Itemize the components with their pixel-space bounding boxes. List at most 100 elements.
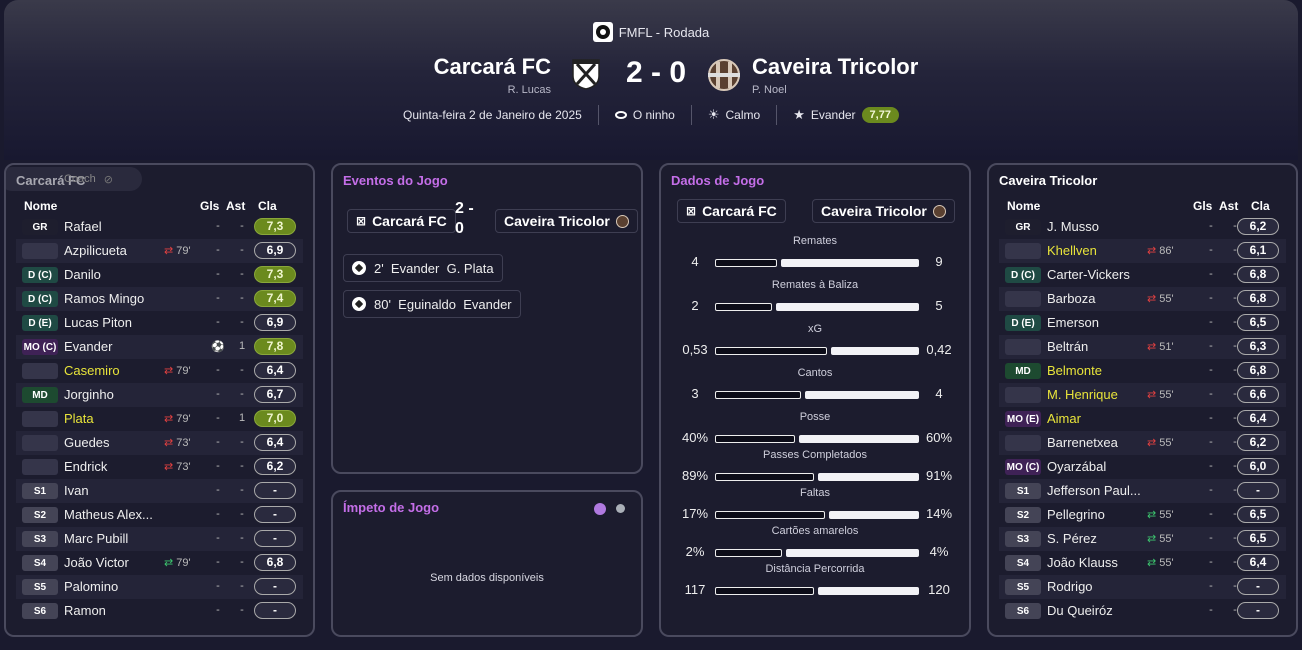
player-name[interactable]: Lucas Piton (64, 315, 132, 330)
player-name[interactable]: Belmonte (1047, 363, 1102, 378)
player-row[interactable]: S3 S. Pérez ⇄ 55' - -6,5 (999, 527, 1286, 551)
events-away-team[interactable]: Caveira Tricolor (495, 209, 638, 233)
player-row[interactable]: D (E) Lucas Piton - -6,9 (16, 311, 303, 335)
player-row[interactable]: D (C) Danilo - -7,3 (16, 263, 303, 287)
stats-home-team-name: Carcará FC (702, 203, 777, 219)
stat-home-bar (715, 435, 795, 443)
player-row[interactable]: MO (E) Aimar - -6,4 (999, 407, 1286, 431)
player-row[interactable]: Khellven ⇄ 86' - -6,1 (999, 239, 1286, 263)
player-name[interactable]: Aimar (1047, 411, 1081, 426)
event-item-1[interactable]: 2' Evander G. Plata (343, 254, 503, 282)
player-name[interactable]: Danilo (64, 267, 101, 282)
player-name[interactable]: Beltrán (1047, 339, 1088, 354)
player-name[interactable]: Ramon (64, 603, 106, 618)
player-row[interactable]: MO (C) Oyarzábal - -6,0 (999, 455, 1286, 479)
player-name[interactable]: Jefferson Paul... (1047, 483, 1141, 498)
player-row[interactable]: Plata ⇄ 79' - 1 7,0 (16, 407, 303, 431)
player-name[interactable]: Evander (64, 339, 112, 354)
player-name[interactable]: Plata (64, 411, 94, 426)
player-row[interactable]: GR Rafael - -7,3 (16, 215, 303, 239)
coach-overlay[interactable]: Coach ⊘ (6, 167, 142, 191)
player-row[interactable]: D (C) Carter-Vickers - -6,8 (999, 263, 1286, 287)
stat-home-value: 2 (691, 298, 699, 313)
momentum-toggle-away[interactable] (616, 504, 625, 513)
player-name[interactable]: Barrenetxea (1047, 435, 1118, 450)
player-row[interactable]: D (E) Emerson - -6,5 (999, 311, 1286, 335)
player-name[interactable]: Palomino (64, 579, 118, 594)
substitution-info: ⇄ 55' (1147, 556, 1174, 569)
events-home-team[interactable]: ⊠ Carcará FC (347, 209, 456, 233)
assists-value: - (240, 460, 244, 472)
sub-minute: 51' (1159, 341, 1174, 353)
player-row[interactable]: Barboza ⇄ 55' - -6,8 (999, 287, 1286, 311)
man-of-the-match[interactable]: ★ Evander 7,77 (777, 104, 915, 126)
player-row[interactable]: Guedes ⇄ 73' - -6,4 (16, 431, 303, 455)
player-row[interactable]: S5 Rodrigo - - - (999, 575, 1286, 599)
player-name[interactable]: Guedes (64, 435, 110, 450)
player-row[interactable]: S5 Palomino - - - (16, 575, 303, 599)
stat-away-bar (831, 347, 919, 355)
player-row[interactable]: Azpilicueta ⇄ 79' - -6,9 (16, 239, 303, 263)
away-team-coach[interactable]: P. Noel (752, 84, 787, 96)
player-name[interactable]: Barboza (1047, 291, 1095, 306)
player-name[interactable]: Oyarzábal (1047, 459, 1106, 474)
goals-value: - (216, 364, 220, 376)
player-name[interactable]: Azpilicueta (64, 243, 127, 258)
player-row[interactable]: D (C) Ramos Mingo - -7,4 (16, 287, 303, 311)
player-name[interactable]: Pellegrino (1047, 507, 1105, 522)
player-name[interactable]: Jorginho (64, 387, 114, 402)
player-name[interactable]: S. Pérez (1047, 531, 1097, 546)
player-name[interactable]: João Klauss (1047, 555, 1118, 570)
stat-away-value: 0,42 (926, 342, 952, 357)
player-row[interactable]: Barrenetxea ⇄ 55' - -6,2 (999, 431, 1286, 455)
player-row[interactable]: S4 João Klauss ⇄ 55' - -6,4 (999, 551, 1286, 575)
player-row[interactable]: S2 Matheus Alex... - - - (16, 503, 303, 527)
player-name[interactable]: Marc Pubill (64, 531, 128, 546)
player-row[interactable]: S6 Ramon - - - (16, 599, 303, 623)
player-row[interactable]: S4 João Victor ⇄ 79' - -6,8 (16, 551, 303, 575)
player-row[interactable]: MO (C) Evander ⚽ 1 7,8 (16, 335, 303, 359)
player-name[interactable]: Endrick (64, 459, 107, 474)
player-row[interactable]: GR J. Musso - -6,2 (999, 215, 1286, 239)
stats-home-team[interactable]: ⊠ Carcará FC (677, 199, 786, 223)
player-name[interactable]: João Victor (64, 555, 129, 570)
player-name[interactable]: Rodrigo (1047, 579, 1093, 594)
player-name[interactable]: Du Queiróz (1047, 603, 1113, 618)
player-name[interactable]: Khellven (1047, 243, 1097, 258)
home-team-name[interactable]: Carcará FC (434, 54, 551, 80)
competition[interactable]: FMFL - Rodada (4, 22, 1298, 42)
player-name[interactable]: M. Henrique (1047, 387, 1118, 402)
player-row[interactable]: MD Belmonte - -6,8 (999, 359, 1286, 383)
player-name[interactable]: Ivan (64, 483, 89, 498)
player-row[interactable]: Casemiro ⇄ 79' - -6,4 (16, 359, 303, 383)
rating-pill: - (254, 602, 296, 619)
player-row[interactable]: S2 Pellegrino ⇄ 55' - -6,5 (999, 503, 1286, 527)
stats-away-team[interactable]: Caveira Tricolor (812, 199, 955, 223)
player-name[interactable]: Carter-Vickers (1047, 267, 1130, 282)
player-name[interactable]: Ramos Mingo (64, 291, 144, 306)
away-team-name[interactable]: Caveira Tricolor (752, 54, 918, 80)
player-row[interactable]: S1 Jefferson Paul... - - - (999, 479, 1286, 503)
stat-away-value: 5 (935, 298, 943, 313)
player-row[interactable]: Beltrán ⇄ 51' - -6,3 (999, 335, 1286, 359)
player-name[interactable]: Emerson (1047, 315, 1099, 330)
player-name[interactable]: Matheus Alex... (64, 507, 153, 522)
event-item-2[interactable]: 80' Eguinaldo Evander (343, 290, 521, 318)
player-name[interactable]: J. Musso (1047, 219, 1099, 234)
position-badge: S1 (22, 483, 58, 499)
player-name[interactable]: Casemiro (64, 363, 120, 378)
player-row[interactable]: S1 Ivan - - - (16, 479, 303, 503)
player-name[interactable]: Rafael (64, 219, 102, 234)
player-row[interactable]: M. Henrique ⇄ 55' - -6,6 (999, 383, 1286, 407)
sub-minute: 55' (1159, 533, 1174, 545)
position-badge: MO (C) (1005, 459, 1041, 475)
home-team-coach[interactable]: R. Lucas (508, 84, 551, 96)
player-row[interactable]: MD Jorginho - -6,7 (16, 383, 303, 407)
position-badge: D (C) (1005, 267, 1041, 283)
player-row[interactable]: S6 Du Queiróz - - - (999, 599, 1286, 623)
goals-value: - (1209, 220, 1213, 232)
momentum-toggle-home[interactable] (594, 503, 606, 515)
player-row[interactable]: S3 Marc Pubill - - - (16, 527, 303, 551)
rating-pill: 6,1 (1237, 242, 1279, 259)
player-row[interactable]: Endrick ⇄ 73' - -6,2 (16, 455, 303, 479)
